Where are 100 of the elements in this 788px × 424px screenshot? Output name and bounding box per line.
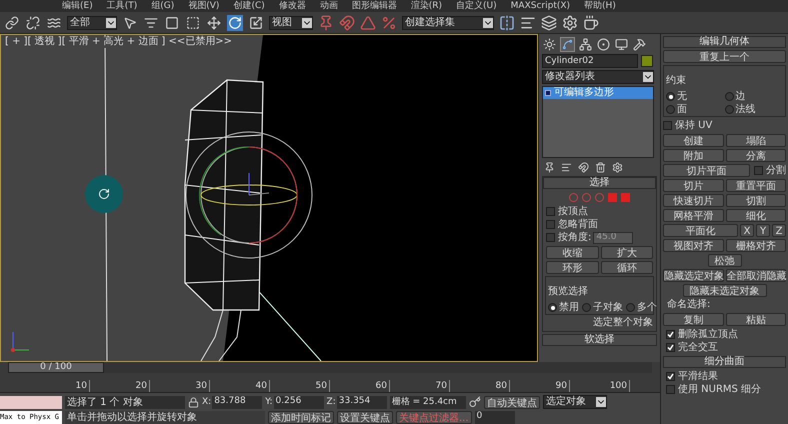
menu-item[interactable]: 创建(C) — [233, 2, 265, 10]
magnet-icon[interactable] — [339, 14, 355, 30]
panel-button[interactable]: 重置平面 — [726, 179, 786, 192]
selection-set-dropdown[interactable]: 创建选择集 — [402, 16, 494, 30]
angle-icon[interactable] — [360, 14, 376, 30]
scale-icon[interactable] — [248, 14, 264, 30]
panel-button[interactable]: 切片平面 — [663, 164, 750, 177]
menu-item[interactable]: MAXScript(X) — [510, 2, 570, 10]
panel-button[interactable]: 隐藏选定对象 — [663, 269, 724, 282]
panel-button[interactable]: 收缩 — [546, 246, 598, 259]
checkbox[interactable] — [754, 166, 763, 175]
link-icon[interactable] — [4, 14, 20, 30]
layers-icon[interactable] — [541, 14, 557, 30]
panel-button[interactable]: 快速切片 — [663, 194, 724, 207]
radio-button[interactable] — [626, 303, 635, 312]
radio-button[interactable] — [582, 303, 591, 312]
settings-icon[interactable] — [562, 14, 578, 30]
panel-button[interactable]: 网格平滑 — [663, 209, 724, 222]
viewport[interactable]: [ + ][ 透视 ][ 平滑 + 高光 + 边面 ] <<已禁用>> — [0, 34, 538, 362]
panel-button[interactable]: 视图对齐 — [663, 239, 724, 252]
coordinate-field[interactable]: 83.788 — [212, 396, 262, 408]
panel-button[interactable]: 切片 — [663, 179, 724, 192]
object-color-swatch[interactable] — [641, 55, 653, 67]
panel-button[interactable]: X — [740, 224, 754, 237]
coordinate-field[interactable]: 0.256 — [274, 396, 324, 408]
trash-icon[interactable] — [595, 162, 606, 172]
checkbox[interactable] — [666, 330, 675, 339]
panel-button[interactable]: Y — [756, 224, 770, 237]
menu-item[interactable]: 编辑(E) — [62, 2, 93, 10]
menu-item[interactable]: 视图(V) — [188, 2, 220, 10]
pin-stack-icon[interactable] — [544, 162, 555, 172]
listener-input[interactable] — [0, 396, 62, 408]
panel-button[interactable]: 塌陷 — [726, 134, 786, 147]
auto-key-button[interactable]: 自动关键点 — [484, 396, 540, 408]
hierarchy-icon[interactable] — [578, 36, 593, 52]
key-icon[interactable] — [468, 396, 481, 408]
cup-icon[interactable] — [583, 14, 599, 30]
panel-button[interactable]: 复制 — [663, 313, 724, 326]
object-name-field[interactable]: Cylinder02 — [542, 54, 638, 68]
radio-button[interactable] — [724, 105, 734, 114]
checkbox[interactable] — [666, 372, 675, 381]
panel-button[interactable]: 细化 — [726, 209, 786, 222]
cursor-icon[interactable] — [122, 14, 138, 30]
hammer-icon[interactable] — [632, 36, 647, 52]
mirror-icon[interactable] — [499, 14, 515, 30]
panel-button[interactable]: 创建 — [663, 134, 724, 147]
panel-button[interactable]: 循环 — [600, 261, 653, 274]
menu-item[interactable]: 图形编辑器 — [352, 2, 397, 10]
align-icon[interactable] — [520, 14, 536, 30]
pin-icon[interactable] — [318, 14, 334, 30]
radio-button[interactable] — [548, 303, 557, 312]
square-icon[interactable] — [164, 14, 180, 30]
move-icon[interactable] — [206, 14, 222, 30]
lock-icon[interactable] — [188, 396, 199, 408]
panel-button[interactable]: 平面化 — [663, 224, 738, 237]
sun-icon[interactable] — [542, 36, 557, 52]
panel-button[interactable]: 松弛 — [708, 254, 742, 267]
settings-icon[interactable] — [612, 162, 623, 172]
menu-item[interactable]: 帮助(H) — [584, 2, 616, 10]
stack-item[interactable]: 可编辑多边形 — [543, 87, 653, 99]
panel-button[interactable]: 粘贴 — [726, 313, 786, 326]
radio-button[interactable] — [666, 92, 675, 101]
coordinate-dropdown[interactable]: 视图 — [269, 16, 313, 30]
panel-button[interactable]: Z — [772, 224, 786, 237]
checkbox[interactable] — [546, 220, 555, 229]
menu-item[interactable]: 组(G) — [151, 2, 174, 10]
set-key-button[interactable]: 设置关键点 — [337, 410, 393, 424]
monitor-icon[interactable] — [614, 36, 629, 52]
panel-button[interactable]: 切割 — [726, 194, 786, 207]
repeat-last-button[interactable]: 重复上一个 — [663, 50, 786, 63]
panel-button[interactable]: 扩大 — [600, 246, 653, 259]
menu-item[interactable]: 修改器 — [278, 2, 306, 10]
dashed-square-icon[interactable] — [185, 14, 201, 30]
panel-button[interactable]: 环形 — [546, 261, 598, 274]
rollout-header[interactable]: 软选择 — [542, 334, 657, 346]
checkbox[interactable] — [666, 385, 675, 394]
rollout-header[interactable]: 细分曲面 — [663, 356, 786, 368]
time-slider-thumb[interactable]: 0 / 100 — [8, 362, 104, 373]
add-time-tag-button[interactable]: 添加时间标记 — [268, 410, 334, 424]
panel-button[interactable]: 隐藏未选定对象 — [682, 284, 766, 297]
key-mode-dropdown[interactable]: 选定对象 — [542, 395, 607, 409]
rotate-icon[interactable] — [227, 14, 243, 30]
unlink-icon[interactable] — [25, 14, 41, 30]
radio-button[interactable] — [724, 92, 734, 101]
menu-item[interactable]: 动画 — [320, 2, 338, 10]
panel-button[interactable]: 栅格对齐 — [726, 239, 786, 252]
menu-item[interactable]: 自定义(U) — [456, 2, 497, 10]
menu-item[interactable]: 工具(T) — [106, 2, 138, 10]
checkbox[interactable] — [546, 233, 555, 242]
radio-button[interactable] — [666, 105, 675, 114]
rollout-header[interactable]: 编辑几何体 — [663, 36, 786, 48]
circle-icon[interactable] — [596, 36, 611, 52]
panel-button[interactable]: 全部取消隐藏 — [726, 269, 786, 282]
selection-filter-dropdown[interactable]: 全部 — [67, 16, 117, 30]
checkbox[interactable] — [666, 343, 675, 352]
frame-field[interactable]: 0 — [474, 410, 515, 424]
rollout-header[interactable]: 选择 — [543, 177, 656, 189]
modifier-list-dropdown[interactable]: 修改器列表 — [542, 70, 654, 84]
panel-button[interactable]: 附加 — [663, 149, 724, 162]
percent-icon[interactable] — [381, 14, 397, 30]
